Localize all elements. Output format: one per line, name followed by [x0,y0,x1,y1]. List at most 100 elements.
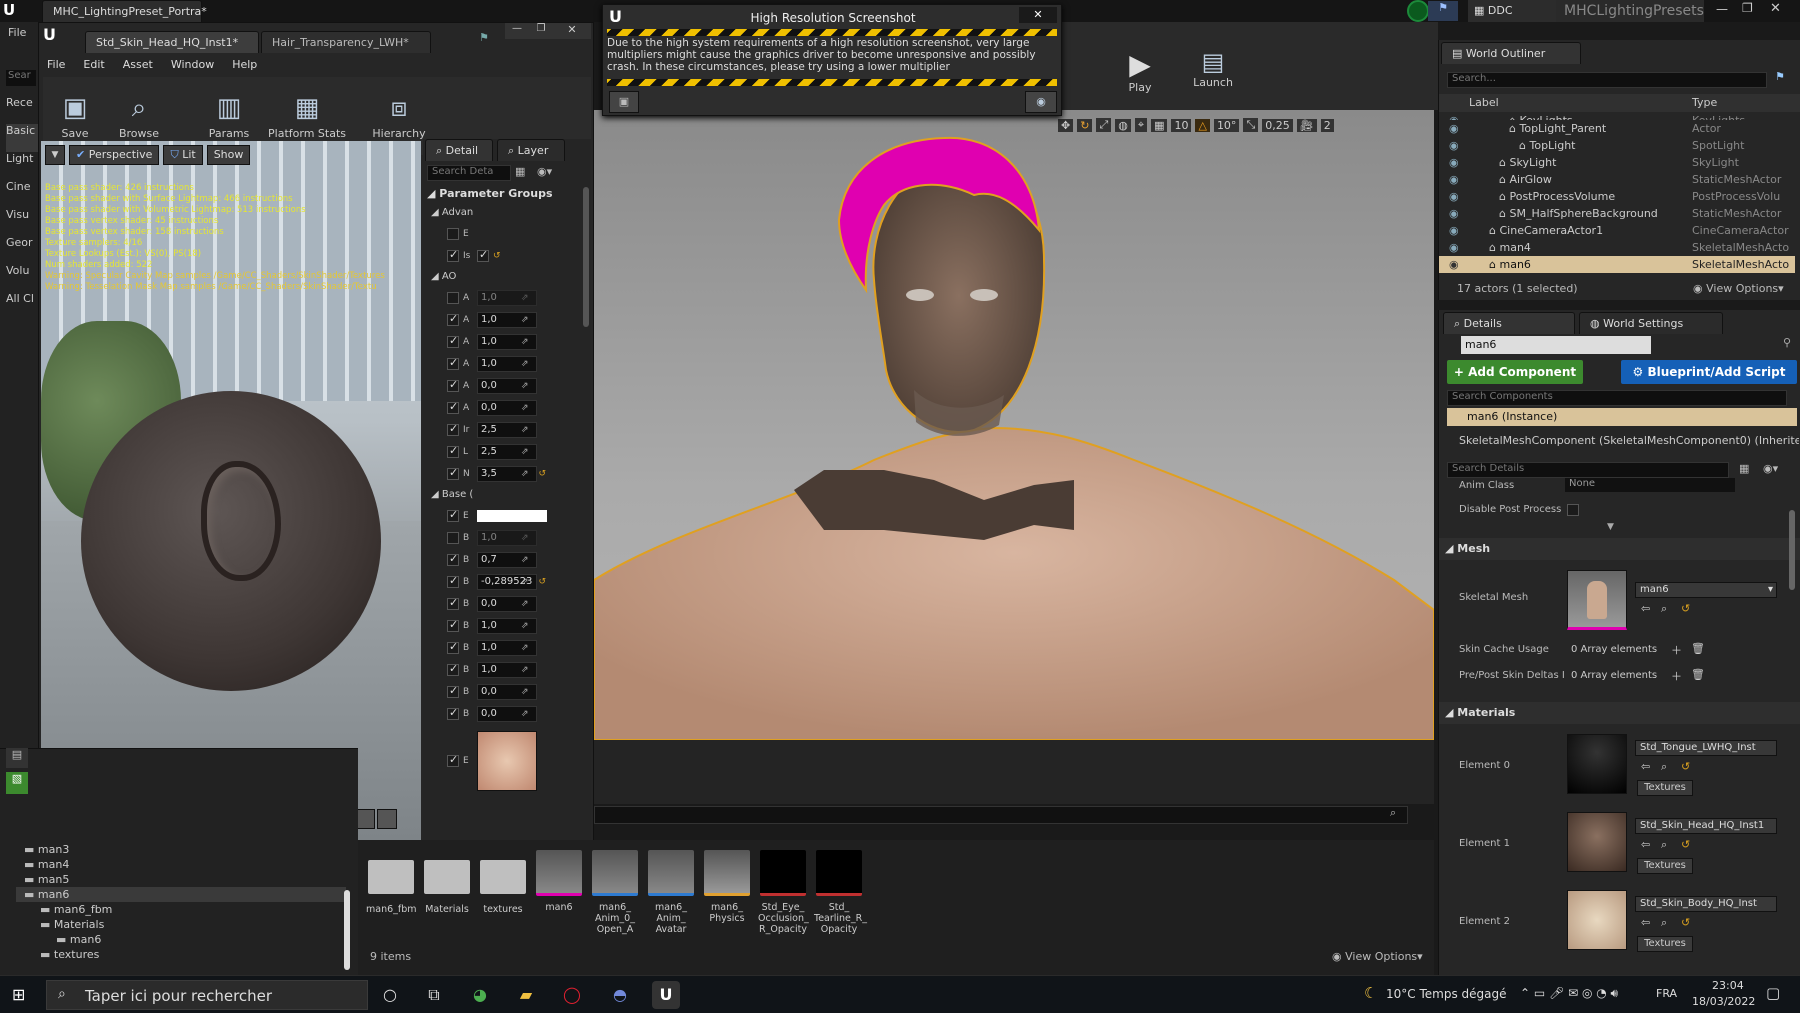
material-thumbnail[interactable] [1567,890,1627,950]
outliner-row[interactable]: ◉ ⌂ man6 SkeletalMeshActo [1439,256,1795,273]
reset-icon[interactable]: ↺ [1681,602,1690,615]
texture-thumbnail[interactable] [477,731,537,791]
textures-button[interactable]: Textures [1637,858,1693,874]
weather-text[interactable]: 10°C Temps dégagé [1386,987,1506,1001]
use-selected-icon[interactable]: ⇦ [1641,838,1650,851]
perspective-button[interactable]: ✔ Perspective [69,145,160,165]
outliner-add-icon[interactable]: ⚑ [1775,70,1785,83]
param-group-header[interactable]: ◢ Base ( [425,485,581,505]
outliner-row[interactable]: ◉⌂ KeyLightsKeyLights [1439,112,1795,120]
add-component-button[interactable]: + Add Component [1447,360,1583,384]
asset-tile[interactable]: man6_ Anim_0_ Open_A [590,850,640,935]
outliner-row[interactable]: ◉ ⌂ TopLight_Parent Actor [1439,120,1795,137]
visibility-eye-icon[interactable]: ◉ [1449,154,1459,171]
outliner-row[interactable]: ◉ ⌂ TopLight SpotLight [1439,137,1795,154]
param-override-checkbox[interactable] [447,574,459,588]
visibility-eye-icon[interactable]: ◉ [1449,120,1459,137]
slider-icon[interactable]: ⇗ [521,643,529,653]
visibility-eye-icon[interactable]: ◉ [1449,222,1459,239]
param-override-checkbox[interactable] [447,312,459,326]
params-button[interactable]: ▥ Params [201,93,257,140]
skeletal-mesh-dropdown[interactable]: man6 ▾ [1635,582,1777,598]
mat-maximize-icon[interactable]: ❐ [529,23,553,39]
camera-speed[interactable]: 2 [1320,118,1334,132]
outliner-row[interactable]: ◉ ⌂ man4 SkeletalMeshActo [1439,239,1795,256]
category-4[interactable]: Visu [6,208,38,236]
col-type[interactable]: Type [1692,94,1717,112]
slider-icon[interactable]: ⇗ [521,577,529,587]
param-override-checkbox[interactable] [447,444,459,458]
translate-icon[interactable]: ✥ [1058,118,1074,132]
param-override-checkbox[interactable] [447,378,459,392]
param-override-checkbox[interactable] [447,753,459,767]
browse-button[interactable]: ⌕ Browse [111,93,167,140]
param-value-field[interactable]: 1,0 [477,290,537,306]
mesh-icon[interactable] [377,809,397,829]
rotation-size[interactable]: 10° [1213,118,1240,132]
outliner-row[interactable]: ◉ ⌂ PostProcessVolume PostProcessVolu [1439,188,1795,205]
minimize-icon[interactable]: — [1716,2,1728,16]
reset-icon[interactable]: ↺ [1681,916,1690,929]
param-override-checkbox[interactable] [447,618,459,632]
level-viewport[interactable] [594,110,1434,740]
play-button[interactable]: ▶ Play [1118,48,1162,94]
cortana-icon[interactable]: ○ [376,981,404,1009]
textures-button[interactable]: Textures [1637,936,1693,952]
menu-help[interactable]: Help [232,58,257,71]
asset-tile[interactable]: man6_ Anim_ Avatar [646,850,696,935]
actor-name-field[interactable]: man6 [1461,336,1651,354]
clock-time[interactable]: 23:04 [1712,979,1744,992]
reset-icon[interactable]: ↺ [1681,760,1690,773]
category-0[interactable]: Rece [6,96,38,124]
menu-window[interactable]: Window [171,58,214,71]
tray-icons[interactable]: ⌃ ▭ 🎤︎ ✉ ◎ ◔ 🔊︎ [1520,986,1618,1001]
tab-details[interactable]: ⌕ Details [1443,312,1575,334]
start-icon[interactable]: ⊞ [12,985,25,1004]
maximize-icon[interactable]: ❐ [1742,1,1753,15]
preview-options-button[interactable]: ▼ [45,145,65,165]
grid-size[interactable]: 10 [1171,118,1192,132]
param-override-checkbox[interactable] [447,334,459,348]
visibility-eye-icon[interactable]: ◉ [1449,112,1459,120]
browse-asset-icon[interactable]: ⌕ [1661,916,1667,930]
clock-date[interactable]: 18/03/2022 [1692,995,1755,1008]
close-icon[interactable]: ✕ [1770,1,1781,16]
outliner-search[interactable]: Search... [1447,72,1767,88]
slider-icon[interactable]: ⇗ [521,359,529,369]
content-path-bar[interactable] [594,806,1408,824]
taskbar-search[interactable]: Taper ici pour rechercher [46,980,368,1010]
use-selected-icon[interactable]: ⇦ [1641,916,1650,929]
slider-icon[interactable]: ⇗ [521,447,529,457]
slider-icon[interactable]: ⇗ [521,555,529,565]
use-selected-icon[interactable]: ⇦ [1641,760,1650,773]
details-eye-icon[interactable]: ◉▾ [1763,462,1778,475]
visibility-eye-icon[interactable]: ◉ [1449,205,1459,222]
skeletal-mesh-thumbnail[interactable] [1567,570,1627,630]
search-components-field[interactable]: Search Components [1447,390,1787,406]
rotation-snap-icon[interactable]: △ [1195,118,1210,132]
param-override-checkbox[interactable] [447,596,459,610]
folder-tree-item[interactable]: ▬ textures [16,947,346,962]
notification-icon[interactable]: ⚑ [1428,1,1458,21]
cube-icon[interactable] [355,809,375,829]
anim-class-dropdown[interactable]: None [1565,478,1735,492]
outliner-row[interactable]: ◉ ⌂ CineCameraActor1 CineCameraActor [1439,222,1795,239]
menu-edit[interactable]: Edit [83,58,104,71]
mat-close-icon[interactable]: ✕ [553,23,591,39]
ddc-button[interactable]: ▦ DDC [1468,0,1556,22]
slider-icon[interactable]: ⇗ [521,469,529,479]
param-override-checkbox[interactable] [447,466,459,480]
asset-tile[interactable]: textures [478,850,528,915]
surface-snap-icon[interactable]: ⌖ [1134,118,1148,132]
scale-snap-icon[interactable]: ⤡ [1243,118,1259,132]
details-grid-icon[interactable]: ▦ [1739,462,1749,475]
reset-icon[interactable]: ↺ [539,469,547,479]
camera-speed-icon[interactable]: 🎥︎ [1296,118,1317,132]
platform-stats-button[interactable]: ▦ Platform Stats [265,93,349,140]
reset-icon[interactable]: ↺ [493,251,501,261]
textures-button[interactable]: Textures [1637,780,1693,796]
slider-icon[interactable]: ⇗ [521,403,529,413]
prepost-add-icon[interactable]: ＋ [1671,668,1682,684]
mesh-section-header[interactable]: ◢ Mesh [1439,538,1800,560]
material-thumbnail[interactable] [1567,812,1627,872]
